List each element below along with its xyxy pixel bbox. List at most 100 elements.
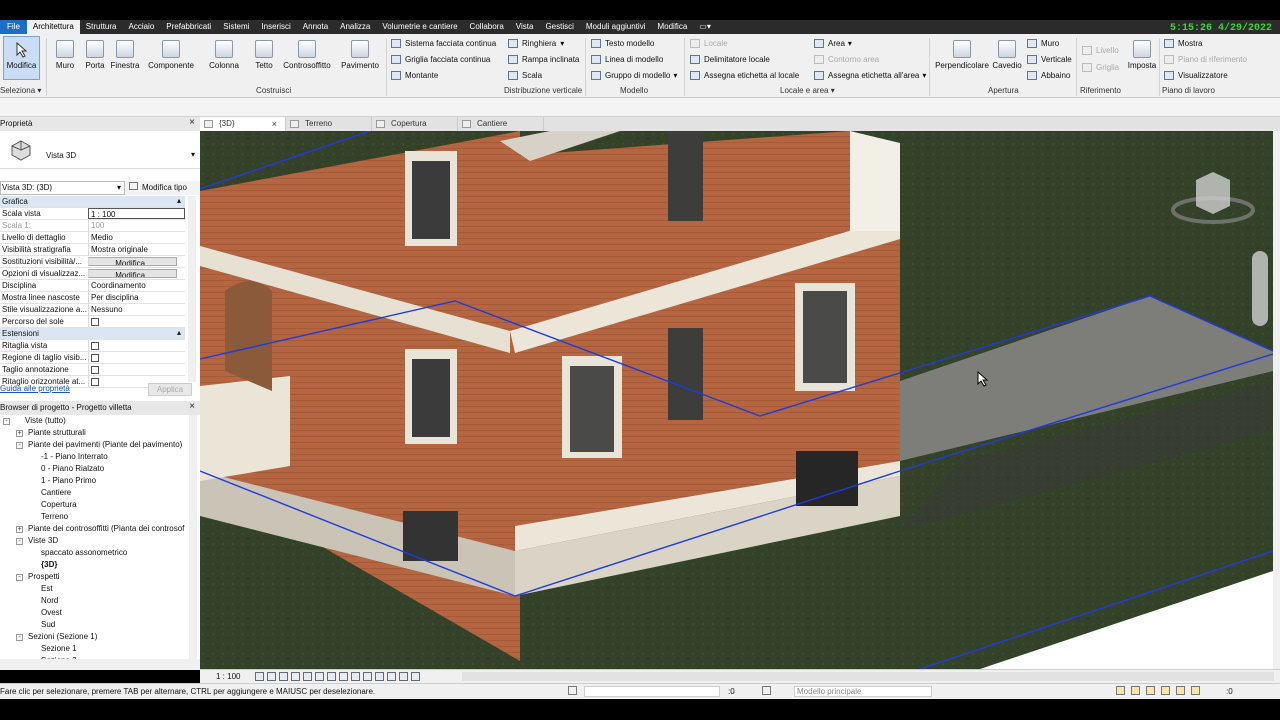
worksets-icon[interactable] xyxy=(568,686,577,695)
browser-node[interactable]: Piante dei controsoffitti (Pianta dei co… xyxy=(28,524,184,533)
view-tab[interactable]: {3D} × xyxy=(200,117,286,131)
constraints-icon[interactable] xyxy=(399,672,408,681)
render-icon[interactable] xyxy=(303,672,312,681)
tag-area-button[interactable]: Assegna etichetta all'area ▾ xyxy=(814,71,926,80)
ribbon-tab-modifica[interactable]: Modifica xyxy=(651,20,693,34)
property-value[interactable]: Nessuno xyxy=(88,304,185,315)
sun-path-icon[interactable] xyxy=(279,672,288,681)
property-group[interactable]: Estensioni ▴ xyxy=(0,328,185,340)
property-group[interactable]: Grafica ▴ xyxy=(0,196,185,208)
browser-node[interactable]: Piante strutturali xyxy=(28,428,86,437)
properties-scrollbar[interactable] xyxy=(188,196,196,382)
browser-node[interactable]: Piante dei pavimenti (Piante del pavimen… xyxy=(28,440,182,449)
workset-dropdown[interactable] xyxy=(584,686,720,697)
browser-node[interactable]: Sud xyxy=(41,620,55,629)
model-line-button[interactable]: Linea di modello xyxy=(591,55,663,64)
property-value[interactable]: Coordinamento xyxy=(88,280,185,291)
property-value[interactable] xyxy=(88,316,185,327)
dormer-button[interactable]: Abbaino xyxy=(1027,71,1070,80)
room-button[interactable]: Locale xyxy=(690,39,728,48)
shaft-button[interactable]: Cavedio xyxy=(991,40,1023,70)
expand-toggle-icon[interactable]: - xyxy=(16,574,23,581)
crop-icon[interactable] xyxy=(315,672,324,681)
browser-node[interactable]: Ovest xyxy=(41,608,62,617)
property-row[interactable]: Sostituzioni visibilità/... Modifica... xyxy=(0,256,185,268)
level-button[interactable]: Livello xyxy=(1082,46,1119,55)
browser-node[interactable]: Viste (tutto) xyxy=(25,416,66,425)
property-value[interactable] xyxy=(88,340,185,351)
browser-node[interactable]: 1 - Piano Primo xyxy=(41,476,96,485)
visual-style-icon[interactable] xyxy=(267,672,276,681)
browser-node[interactable]: spaccato assonometrico xyxy=(41,548,127,557)
ribbon-tab-moduli-aggiuntivi[interactable]: Moduli aggiuntivi xyxy=(580,20,652,34)
property-checkbox[interactable] xyxy=(91,366,99,374)
viewer-button[interactable]: Visualizzatore xyxy=(1164,71,1228,80)
expand-toggle-icon[interactable]: - xyxy=(16,442,23,449)
lock-view-icon[interactable] xyxy=(339,672,348,681)
vertical-opening-button[interactable]: Verticale xyxy=(1027,55,1072,64)
browser-node[interactable]: Copertura xyxy=(41,500,77,509)
ribbon-tab-gestisci[interactable]: Gestisci xyxy=(539,20,579,34)
close-icon[interactable]: × xyxy=(189,401,195,412)
ribbon-tab-file[interactable]: File xyxy=(0,20,27,34)
viewport-vscrollbar[interactable] xyxy=(1273,131,1280,669)
set-workplane-button[interactable]: Imposta xyxy=(1125,40,1159,70)
property-value[interactable]: 1 : 100 xyxy=(88,208,185,219)
ribbon-tab-acciaio[interactable]: Acciaio xyxy=(122,20,160,34)
view-tab[interactable]: Cantiere xyxy=(458,117,544,131)
expand-toggle-icon[interactable]: + xyxy=(16,526,23,533)
modify-button[interactable]: Modifica xyxy=(3,36,40,80)
viewport-hscrollbar[interactable] xyxy=(462,672,1274,681)
ribbon-tab-vista[interactable]: Vista xyxy=(510,20,540,34)
browser-node[interactable]: Viste 3D xyxy=(28,536,58,545)
apply-button[interactable]: Applica xyxy=(148,383,192,396)
wall-opening-button[interactable]: Muro xyxy=(1027,39,1059,48)
drag-elements-icon[interactable] xyxy=(1176,686,1185,695)
show-crop-icon[interactable] xyxy=(327,672,336,681)
ribbon-tab-annota[interactable]: Annota xyxy=(297,20,334,34)
select-links-icon[interactable] xyxy=(1116,686,1125,695)
property-row[interactable]: Taglio annotazione xyxy=(0,364,185,376)
viewcube[interactable] xyxy=(1168,168,1258,228)
property-row[interactable]: Percorso del sole xyxy=(0,316,185,328)
property-checkbox[interactable] xyxy=(91,318,99,326)
panel-toggle-icon[interactable]: ▭▾ xyxy=(693,20,717,34)
expand-toggle-icon[interactable]: - xyxy=(16,634,23,641)
ribbon-tab-architettura[interactable]: Architettura xyxy=(26,20,80,34)
select-pinned-icon[interactable] xyxy=(1146,686,1155,695)
browser-node[interactable]: Sezioni (Sezione 1) xyxy=(28,632,97,641)
browser-node[interactable]: 0 - Piano Rialzato xyxy=(41,464,104,473)
ceiling-button[interactable]: Controsoffitto xyxy=(280,40,334,70)
curtain-grid-button[interactable]: Griglia facciata continua xyxy=(391,55,490,64)
collapse-icon[interactable]: ▴ xyxy=(177,328,181,339)
browser-node[interactable]: Sezione 1 xyxy=(41,644,77,653)
curtain-system-button[interactable]: Sistema facciata continua xyxy=(391,39,496,48)
ramp-button[interactable]: Rampa inclinata xyxy=(508,55,579,64)
expand-toggle-icon[interactable]: - xyxy=(3,418,10,425)
property-row[interactable]: Stile visualizzazione a... Nessuno xyxy=(0,304,185,316)
model-group-button[interactable]: Gruppo di modello ▾ xyxy=(591,71,677,80)
property-row[interactable]: Livello di dettaglio Medio xyxy=(0,232,185,244)
expand-toggle-icon[interactable]: + xyxy=(16,430,23,437)
property-row[interactable]: Visibilità stratigrafia Mostra originale xyxy=(0,244,185,256)
temp-hide-icon[interactable] xyxy=(351,672,360,681)
column-button[interactable]: Colonna xyxy=(206,40,242,70)
property-value[interactable]: Per disciplina xyxy=(88,292,185,303)
browser-hscrollbar[interactable] xyxy=(0,659,200,670)
wall-button[interactable]: Muro xyxy=(52,40,78,70)
show-workplane-button[interactable]: Mostra xyxy=(1164,39,1202,48)
area-button[interactable]: Area ▾ xyxy=(814,39,852,48)
design-option-dropdown[interactable]: Modello principale xyxy=(794,686,932,697)
properties-help-link[interactable]: Guida alle proprietà xyxy=(0,384,70,393)
shadows-icon[interactable] xyxy=(291,672,300,681)
view-tab[interactable]: Terreno xyxy=(286,117,372,131)
analytical-icon[interactable] xyxy=(375,672,384,681)
ribbon-tab-inserisci[interactable]: Inserisci xyxy=(255,20,296,34)
ribbon-tab-prefabbricati[interactable]: Prefabbricati xyxy=(160,20,217,34)
ribbon-tab-collabora[interactable]: Collabora xyxy=(464,20,510,34)
ribbon-tab-volumetrie-e-cantiere[interactable]: Volumetrie e cantiere xyxy=(376,20,463,34)
property-row[interactable]: Ritaglia vista xyxy=(0,340,185,352)
highlight-icon[interactable] xyxy=(387,672,396,681)
property-checkbox[interactable] xyxy=(91,342,99,350)
close-icon[interactable]: × xyxy=(272,117,277,131)
